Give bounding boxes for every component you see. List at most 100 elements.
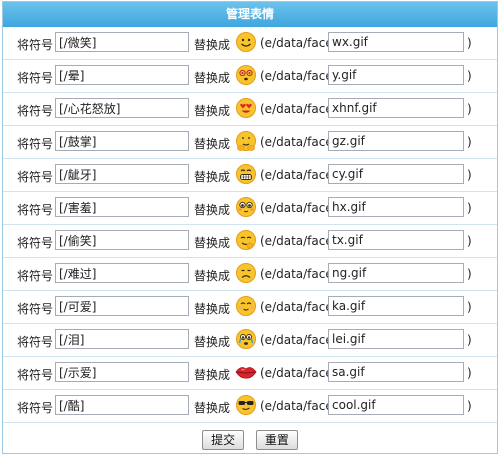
symbol-label: 将符号 [17, 401, 54, 415]
reset-button[interactable]: 重置 [255, 430, 298, 450]
emoticon-file-input[interactable] [328, 164, 464, 184]
replace-label: 替换成 [194, 401, 231, 415]
emoticon-file-input[interactable] [328, 98, 464, 118]
replace-label: 替换成 [194, 203, 231, 217]
close-paren: ) [467, 102, 472, 116]
close-paren: ) [467, 333, 472, 347]
symbol-label: 将符号 [17, 236, 54, 250]
emoticon-file-input[interactable] [328, 131, 464, 151]
symbol-label: 将符号 [17, 104, 54, 118]
kiss-lips-icon [235, 360, 257, 384]
path-prefix: (e/data/face/ [260, 168, 337, 182]
emoticon-file-input[interactable] [328, 32, 464, 52]
emoticon-file-input[interactable] [328, 395, 464, 415]
emoticon-manager-panel: 管理表情 将符号替换成(e/data/face/)将符号替换成(e/data/f… [2, 1, 498, 454]
emoticon-code-input[interactable] [55, 296, 189, 316]
emoticon-row: 将符号 替换成 (e/data/face/) [3, 258, 497, 291]
close-paren: ) [467, 300, 472, 314]
symbol-label: 将符号 [17, 269, 54, 283]
symbol-label: 将符号 [17, 302, 54, 316]
close-paren: ) [467, 36, 472, 50]
emoticon-file-input[interactable] [328, 296, 464, 316]
dizzy-icon [235, 63, 257, 87]
symbol-label: 将符号 [17, 137, 54, 151]
clapping-icon [235, 129, 257, 153]
replace-label: 替换成 [194, 38, 231, 52]
path-prefix: (e/data/face/ [260, 333, 337, 347]
emoticon-row: 将符号 替换成 (e/data/face/) [3, 93, 497, 126]
close-paren: ) [467, 267, 472, 281]
emoticon-code-input[interactable] [55, 263, 189, 283]
replace-label: 替换成 [194, 104, 231, 118]
path-prefix: (e/data/face/ [260, 366, 337, 380]
emoticon-row: 将符号 替换成 (e/data/face/) [3, 60, 497, 93]
emoticon-file-input[interactable] [328, 362, 464, 382]
emoticon-row: 将符号 替换成 (e/data/face/) [3, 390, 497, 423]
emoticon-row: 将符号 替换成 (e/data/face/) [3, 357, 497, 390]
emoticon-code-input[interactable] [55, 65, 189, 85]
emoticon-file-input[interactable] [328, 230, 464, 250]
snicker-icon [235, 228, 257, 252]
emoticon-code-input[interactable] [55, 98, 189, 118]
cool-sunglasses-icon [235, 393, 257, 417]
emoticon-code-input[interactable] [55, 362, 189, 382]
emoticon-row: 将符号 替换成 (e/data/face/) [3, 159, 497, 192]
emoticon-code-input[interactable] [55, 32, 189, 52]
emoticon-row: 将符号 替换成 (e/data/face/) [3, 225, 497, 258]
replace-label: 替换成 [194, 269, 231, 283]
emoticon-row: 将符号 替换成 (e/data/face/) [3, 126, 497, 159]
path-prefix: (e/data/face/ [260, 135, 337, 149]
smile-icon [235, 30, 257, 54]
submit-button[interactable]: 提交 [202, 430, 245, 450]
close-paren: ) [467, 366, 472, 380]
emoticon-code-input[interactable] [55, 395, 189, 415]
emoticon-code-input[interactable] [55, 329, 189, 349]
path-prefix: (e/data/face/ [260, 399, 337, 413]
emoticon-file-input[interactable] [328, 197, 464, 217]
replace-label: 替换成 [194, 368, 231, 382]
symbol-label: 将符号 [17, 203, 54, 217]
path-prefix: (e/data/face/ [260, 69, 337, 83]
symbol-label: 将符号 [17, 368, 54, 382]
panel-title: 管理表情 [3, 2, 497, 27]
emoticon-file-input[interactable] [328, 65, 464, 85]
path-prefix: (e/data/face/ [260, 36, 337, 50]
sad-icon [235, 261, 257, 285]
replace-label: 替换成 [194, 302, 231, 316]
form-actions: 提交 重置 [3, 430, 497, 452]
shy-icon [235, 195, 257, 219]
replace-label: 替换成 [194, 236, 231, 250]
grin-icon [235, 162, 257, 186]
emoticon-file-input[interactable] [328, 263, 464, 283]
path-prefix: (e/data/face/ [260, 234, 337, 248]
replace-label: 替换成 [194, 71, 231, 85]
cute-icon [235, 294, 257, 318]
heart-eyes-icon [235, 96, 257, 120]
path-prefix: (e/data/face/ [260, 201, 337, 215]
close-paren: ) [467, 135, 472, 149]
symbol-label: 将符号 [17, 38, 54, 52]
symbol-label: 将符号 [17, 170, 54, 184]
emoticon-code-input[interactable] [55, 197, 189, 217]
symbol-label: 将符号 [17, 71, 54, 85]
replace-label: 替换成 [194, 137, 231, 151]
emoticon-file-input[interactable] [328, 329, 464, 349]
path-prefix: (e/data/face/ [260, 300, 337, 314]
close-paren: ) [467, 201, 472, 215]
replace-label: 替换成 [194, 335, 231, 349]
path-prefix: (e/data/face/ [260, 267, 337, 281]
tears-icon [235, 327, 257, 351]
close-paren: ) [467, 399, 472, 413]
close-paren: ) [467, 234, 472, 248]
emoticon-row: 将符号 替换成 (e/data/face/) [3, 324, 497, 357]
emoticon-code-input[interactable] [55, 164, 189, 184]
path-prefix: (e/data/face/ [260, 102, 337, 116]
emoticon-row: 将符号 替换成 (e/data/face/) [3, 27, 497, 60]
emoticon-code-input[interactable] [55, 131, 189, 151]
emoticon-code-input[interactable] [55, 230, 189, 250]
symbol-label: 将符号 [17, 335, 54, 349]
emoticon-row: 将符号 替换成 (e/data/face/) [3, 192, 497, 225]
replace-label: 替换成 [194, 170, 231, 184]
close-paren: ) [467, 69, 472, 83]
close-paren: ) [467, 168, 472, 182]
